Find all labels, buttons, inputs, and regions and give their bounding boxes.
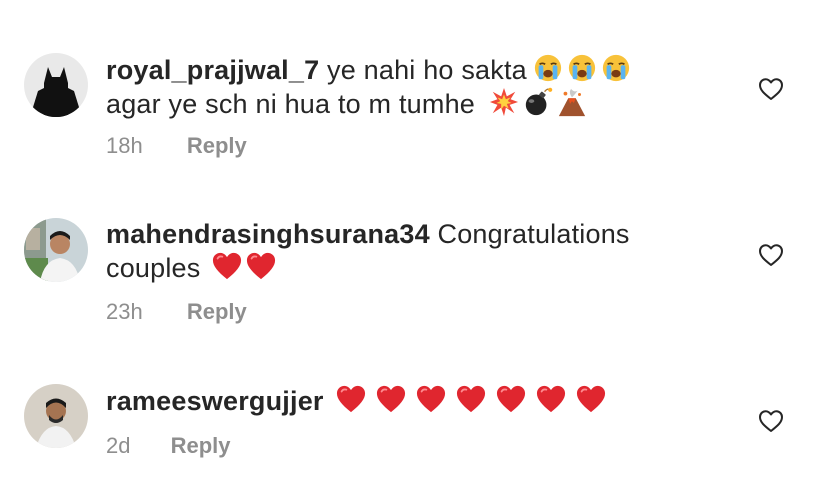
comment-text-line1: Congratulations [437, 219, 630, 249]
avatar[interactable] [24, 384, 88, 448]
comment-meta: 18h Reply [106, 133, 247, 159]
red-heart-emoji [376, 384, 406, 414]
avatar[interactable] [24, 218, 88, 282]
red-heart-emoji [576, 384, 606, 414]
bomb-emoji [523, 87, 553, 117]
comment-text-line1: ye nahi ho sakta [327, 55, 527, 85]
comment-meta: 2d Reply [106, 433, 231, 459]
comment-username[interactable]: royal_prajjwal_7 [106, 55, 319, 85]
emoji-group [336, 384, 606, 414]
red-heart-emoji [456, 384, 486, 414]
like-heart-icon[interactable] [758, 77, 784, 101]
reply-button[interactable]: Reply [187, 299, 247, 325]
comment-text: rameeswergujjer [106, 384, 706, 418]
volcano-emoji [557, 87, 587, 117]
red-heart-emoji [336, 384, 366, 414]
timestamp: 18h [106, 133, 143, 158]
comment-username[interactable]: rameeswergujjer [106, 386, 324, 416]
loudly-crying-face-emoji [601, 53, 631, 83]
timestamp: 2d [106, 433, 131, 458]
reply-button[interactable]: Reply [171, 433, 231, 459]
comment-username[interactable]: mahendrasinghsurana34 [106, 219, 430, 249]
red-heart-emoji [496, 384, 526, 414]
comment-text: mahendrasinghsurana34 Congratulations co… [106, 218, 706, 285]
loudly-crying-face-emoji [567, 53, 597, 83]
comment-text-line2: couples [106, 253, 201, 283]
emoji-group [489, 87, 587, 117]
collision-emoji [489, 87, 519, 117]
timestamp: 23h [106, 299, 143, 324]
red-heart-emoji [536, 384, 566, 414]
reply-button[interactable]: Reply [187, 133, 247, 159]
avatar[interactable] [24, 53, 88, 117]
red-heart-emoji [212, 251, 242, 281]
loudly-crying-face-emoji [533, 53, 563, 83]
red-heart-emoji [246, 251, 276, 281]
red-heart-emoji [416, 384, 446, 414]
comment-meta: 23h Reply [106, 299, 247, 325]
like-heart-icon[interactable] [758, 243, 784, 267]
emoji-group [533, 53, 631, 83]
comment-text-line2: agar ye sch ni hua to m tumhe [106, 89, 475, 119]
like-heart-icon[interactable] [758, 409, 784, 433]
comment-text: royal_prajjwal_7 ye nahi ho sakta agar y… [106, 53, 706, 121]
emoji-group [212, 251, 276, 281]
